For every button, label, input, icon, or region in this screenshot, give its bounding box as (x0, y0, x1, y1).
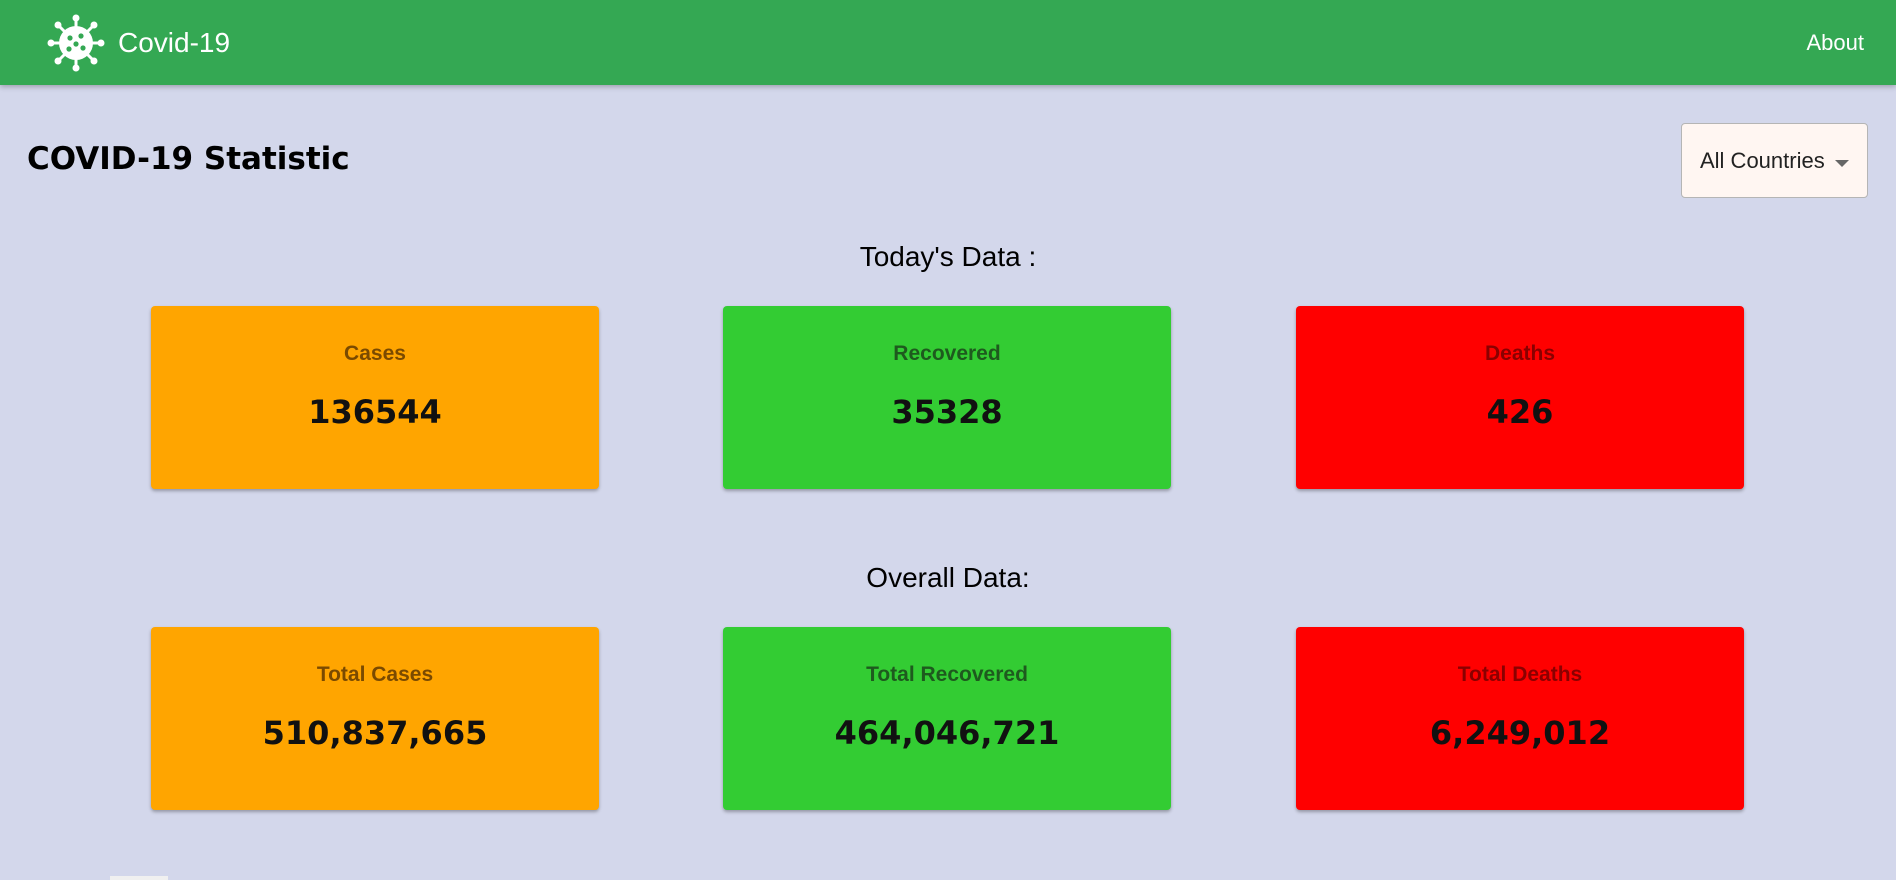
card-label: Total Cases (316, 663, 434, 686)
card-value: 35328 (891, 393, 1003, 431)
overall-heading: Overall Data: (866, 562, 1030, 593)
card-label: Cases (344, 342, 406, 365)
card-label: Total Recovered (866, 663, 1028, 686)
card-label: Total Deaths (1457, 663, 1583, 686)
card-value: 136544 (308, 393, 442, 431)
card-label: Deaths (1484, 342, 1556, 365)
page-title: COVID-19 Statistic (27, 141, 350, 177)
caret-down-icon (1835, 160, 1849, 167)
total-recovered-card: Total Recovered 464,046,721 (723, 627, 1171, 810)
bottom-edge-tab (110, 876, 168, 880)
brand-title: Covid-19 (118, 26, 231, 58)
country-select-value: All Countries (1700, 147, 1825, 173)
today-recovered-card: Recovered 35328 (723, 306, 1171, 489)
card-value: 426 (1486, 393, 1554, 431)
total-deaths-card: Total Deaths 6,249,012 (1296, 627, 1744, 810)
virus-icon (46, 13, 106, 73)
card-label: Recovered (893, 342, 1001, 365)
today-deaths-card: Deaths 426 (1296, 306, 1744, 489)
country-select[interactable]: All Countries (1681, 123, 1868, 198)
today-heading: Today's Data : (859, 241, 1037, 272)
card-value: 464,046,721 (834, 714, 1060, 752)
brand-link[interactable]: Covid-19 (46, 13, 230, 73)
about-link[interactable]: About (1807, 30, 1865, 56)
card-value: 6,249,012 (1429, 714, 1611, 752)
today-cases-card: Cases 136544 (151, 306, 599, 489)
top-navbar: Covid-19 About (0, 0, 1896, 85)
total-cases-card: Total Cases 510,837,665 (151, 627, 599, 810)
card-value: 510,837,665 (262, 714, 488, 752)
